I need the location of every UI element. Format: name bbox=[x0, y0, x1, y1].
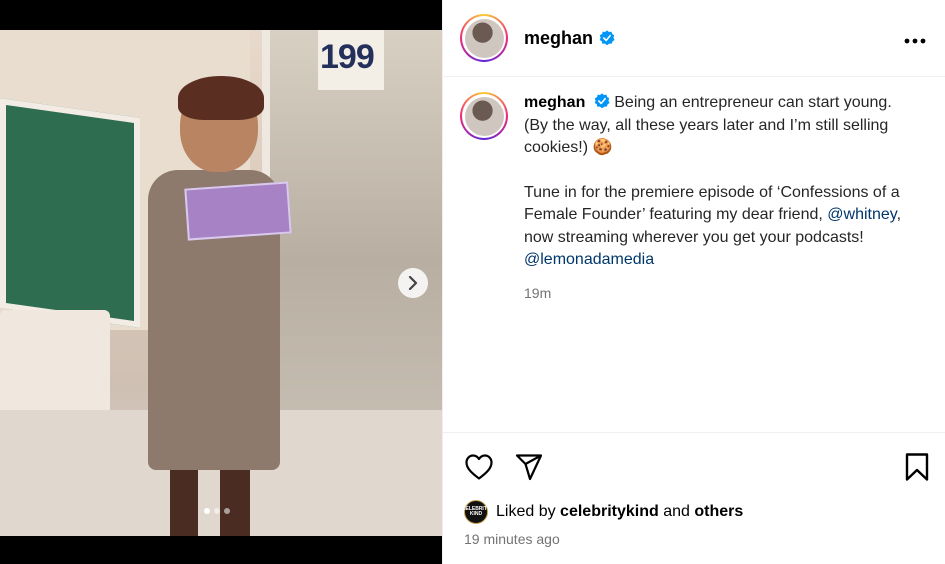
instagram-post: 199 meghan meghan Being an entrepreneur … bbox=[0, 0, 945, 564]
mention-whitney[interactable]: @whitney bbox=[827, 206, 896, 223]
carousel-dot-active bbox=[204, 508, 210, 514]
caption-text: meghan Being an entrepreneur can start y… bbox=[524, 92, 916, 304]
caption: meghan Being an entrepreneur can start y… bbox=[460, 92, 930, 304]
send-icon[interactable] bbox=[514, 453, 544, 481]
post-timestamp[interactable]: 19 minutes ago bbox=[464, 531, 560, 547]
caption-paragraph-2: Tune in for the premiere episode of ‘Con… bbox=[524, 182, 916, 272]
heart-icon[interactable] bbox=[464, 453, 494, 481]
carousel-dot bbox=[224, 508, 230, 514]
photo-board bbox=[0, 98, 140, 328]
photo-price-text: 199 bbox=[320, 38, 375, 76]
carousel-dot bbox=[214, 508, 220, 514]
more-options-button[interactable] bbox=[904, 26, 926, 48]
liker-username[interactable]: celebritykind bbox=[560, 503, 659, 521]
verified-badge-icon bbox=[594, 93, 610, 109]
header-username[interactable]: meghan bbox=[524, 28, 593, 49]
header-username-link[interactable]: meghan bbox=[524, 28, 615, 49]
photo-girl-hat bbox=[178, 76, 264, 120]
likes-prefix: Liked by bbox=[496, 503, 561, 520]
carousel-next-button[interactable] bbox=[398, 268, 428, 298]
likes-middle: and bbox=[658, 503, 695, 520]
avatar-inner bbox=[462, 16, 506, 60]
likes-others-link[interactable]: others bbox=[694, 503, 743, 521]
photo-legs bbox=[170, 470, 250, 536]
likes-summary: CELEBRITY KIND Liked by celebritykind an… bbox=[462, 500, 743, 524]
post-side-panel: meghan meghan Being an entrepreneur can … bbox=[442, 0, 945, 564]
liker-avatar[interactable]: CELEBRITY KIND bbox=[462, 500, 490, 524]
post-header: meghan bbox=[443, 0, 945, 77]
action-bar bbox=[443, 432, 945, 492]
caption-avatar[interactable] bbox=[460, 92, 508, 140]
mention-lemonadamedia[interactable]: @lemonadamedia bbox=[524, 251, 654, 268]
caption-username[interactable]: meghan bbox=[524, 94, 585, 111]
bookmark-icon[interactable] bbox=[904, 452, 930, 482]
verified-badge-icon bbox=[599, 30, 615, 46]
caption-paragraph-1: meghan Being an entrepreneur can start y… bbox=[524, 92, 916, 160]
avatar-image bbox=[464, 18, 504, 58]
caption-timestamp[interactable]: 19m bbox=[524, 282, 916, 305]
carousel-dots bbox=[204, 508, 230, 514]
more-horizontal-icon bbox=[904, 38, 926, 44]
photo-cookie-box bbox=[184, 181, 292, 241]
post-photo[interactable]: 199 bbox=[0, 30, 442, 536]
avatar-image bbox=[464, 96, 504, 136]
post-media[interactable]: 199 bbox=[0, 0, 442, 564]
chevron-right-icon bbox=[408, 276, 418, 290]
photo-window bbox=[262, 30, 442, 450]
avatar-inner bbox=[462, 94, 506, 138]
profile-avatar[interactable] bbox=[460, 14, 508, 62]
